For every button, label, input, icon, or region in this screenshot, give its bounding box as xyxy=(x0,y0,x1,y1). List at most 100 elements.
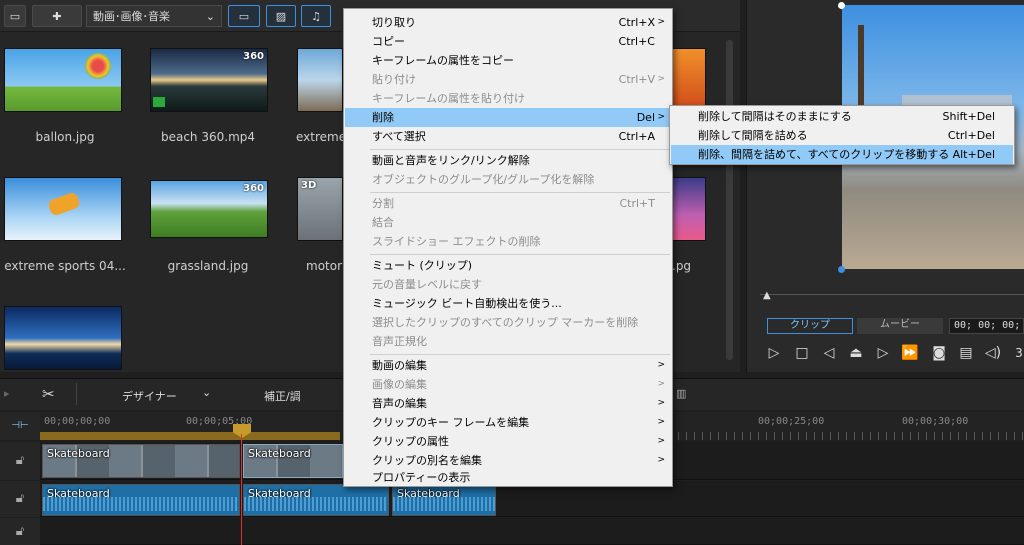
menu-item-delete[interactable]: 削除 Del > xyxy=(345,108,671,127)
thumbnail-partial[interactable] xyxy=(672,177,706,241)
scissors-icon[interactable]: ✂ xyxy=(42,385,55,403)
media-label: ballon.jpg xyxy=(35,130,95,144)
menu-item-clip-attributes[interactable]: クリップの属性 > xyxy=(345,432,671,451)
designer-button[interactable]: デザイナー xyxy=(122,388,177,404)
audio-waveform xyxy=(244,497,388,511)
menu-item-copy-keyframe[interactable]: キーフレームの属性をコピー xyxy=(345,51,671,70)
fit-timeline-icon[interactable]: ⊣⊢ xyxy=(0,412,40,440)
video-clip[interactable]: Skateboard xyxy=(42,444,240,478)
media-filter-dropdown[interactable]: 動画･画像･音楽 ⌄ xyxy=(86,5,222,27)
resize-handle[interactable] xyxy=(838,266,845,273)
preview-seek-bar[interactable] xyxy=(760,294,1024,295)
clip-label: Skateboard xyxy=(47,447,110,460)
thumbnail-extreme-sports[interactable] xyxy=(4,177,122,241)
context-menu: 切り取り Ctrl+X > コピー Ctrl+C キーフレームの属性をコピー 貼り付け… xyxy=(343,8,673,487)
thumbnail-extreme[interactable] xyxy=(297,48,343,112)
menu-item-copy[interactable]: コピー Ctrl+C xyxy=(345,32,671,51)
fit-scale-label[interactable]: 3 xyxy=(1010,344,1024,362)
snapshot-camera-icon[interactable]: ◙ xyxy=(930,344,948,362)
menu-item-remove-slideshow-effect[interactable]: スライドショー エフェクトの削除 xyxy=(345,232,671,251)
audio-clip[interactable]: Skateboard xyxy=(42,484,240,516)
submenu-item-delete-keep-gap[interactable]: 削除して間隔はそのままにする Shift+Del xyxy=(671,107,1013,126)
menu-item-link-unlink[interactable]: 動画と音声をリンク/リンク解除 xyxy=(345,151,671,170)
plugin-icon[interactable]: ✚ xyxy=(32,5,82,27)
ruler-tick: 00;00;30;00 xyxy=(902,416,969,427)
thumbnail-grassland[interactable]: 360 xyxy=(150,180,268,238)
360-badge: 360 xyxy=(243,183,264,194)
menu-item-edit-image[interactable]: 画像の編集 > xyxy=(345,375,671,394)
menu-item-select-all[interactable]: すべて選択 Ctrl+A xyxy=(345,127,671,146)
menu-item-restore-volume[interactable]: 元の音量レベルに戻す xyxy=(345,275,671,294)
subtitle-icon[interactable]: ▤ xyxy=(957,344,975,362)
empty-track xyxy=(40,518,1024,545)
chevron-right-icon: > xyxy=(657,436,665,446)
submenu-item-delete-ripple-all[interactable]: 削除、間隔を詰めて、すべてのクリップを移動する Alt+Del xyxy=(671,145,1013,164)
resize-handle[interactable] xyxy=(838,2,845,9)
skydiver-image xyxy=(47,191,81,217)
correction-button[interactable]: 補正/調 xyxy=(264,388,301,404)
submenu-item-delete-close-gap[interactable]: 削除して間隔を詰める Ctrl+Del xyxy=(671,126,1013,145)
chevron-right-icon: > xyxy=(657,112,665,122)
lock-icon[interactable]: 🔓︎ xyxy=(0,442,40,480)
audio-clip[interactable]: Skateboard xyxy=(243,484,389,516)
palm-tree-image xyxy=(858,25,864,105)
menu-item-merge[interactable]: 結合 xyxy=(345,213,671,232)
media-label: extreme sports 04... xyxy=(4,259,126,273)
media-filter-label: 動画･画像･音楽 xyxy=(93,10,170,23)
delete-submenu: 削除して間隔はそのままにする Shift+Del 削除して間隔を詰める Ctrl+D… xyxy=(669,105,1015,165)
menu-item-edit-video[interactable]: 動画の編集 > xyxy=(345,356,671,375)
3d-badge: 3D xyxy=(301,180,317,191)
menu-item-cut[interactable]: 切り取り Ctrl+X > xyxy=(345,13,671,32)
menu-item-group[interactable]: オブジェクトのグループ化/グループ化を解除 xyxy=(345,170,671,189)
menu-item-remove-clip-markers[interactable]: 選択したクリップのすべてのクリップ マーカーを削除 xyxy=(345,313,671,332)
mark-in-icon[interactable]: ⏏ xyxy=(847,344,865,362)
menu-item-beat-detection[interactable]: ミュージック ビート自動検出を使う... xyxy=(345,294,671,313)
ruler-tick: 00;00;00;00 xyxy=(44,416,111,427)
volume-icon[interactable]: ◁) xyxy=(984,344,1002,362)
lock-icon[interactable]: 🔓︎ xyxy=(0,518,40,545)
audio-clip[interactable]: Skateboard xyxy=(392,484,496,516)
360-badge: 360 xyxy=(243,51,264,62)
thumbnail-beach-360[interactable]: 360 xyxy=(150,48,268,112)
media-label: beach 360.mp4 xyxy=(160,130,256,144)
prev-frame-icon[interactable]: ◁ xyxy=(820,344,838,362)
menu-item-mute-clip[interactable]: ミュート (クリップ) xyxy=(345,256,671,275)
folder-icon[interactable]: ▭ xyxy=(4,5,26,27)
tab-movie[interactable]: ムービー xyxy=(857,318,943,334)
menu-item-edit-alias[interactable]: クリップの別名を編集 > xyxy=(345,451,671,470)
menu-item-edit-audio[interactable]: 音声の編集 > xyxy=(345,394,671,413)
stop-icon[interactable]: □ xyxy=(793,344,811,362)
music-filter-icon[interactable]: ♫ xyxy=(301,5,331,27)
menu-item-split[interactable]: 分割 Ctrl+T xyxy=(345,194,671,213)
menu-item-edit-keyframes[interactable]: クリップのキー フレームを編集 > xyxy=(345,413,671,432)
chevron-right-icon: > xyxy=(657,455,665,465)
thumbnail-ballon[interactable] xyxy=(4,48,122,112)
menu-separator xyxy=(370,354,670,355)
lock-icon[interactable]: 🔓︎ xyxy=(0,481,40,517)
work-area-range[interactable] xyxy=(40,432,340,440)
thumbnail-motor[interactable]: 3D xyxy=(297,177,343,241)
chevron-right-icon: > xyxy=(657,17,665,27)
ruler-tick: 00;00;25;00 xyxy=(758,416,825,427)
thumbnail-sunset-sea[interactable] xyxy=(4,306,122,370)
menu-item-paste-keyframe[interactable]: キーフレームの属性を貼り付け xyxy=(345,89,671,108)
chevron-right-icon: > xyxy=(657,398,665,408)
next-frame-icon[interactable]: ▷ xyxy=(874,344,892,362)
audio-waveform xyxy=(393,497,495,511)
thumbnail-partial[interactable] xyxy=(672,48,706,112)
layout-icon[interactable]: ▥ xyxy=(676,387,686,400)
chevron-down-icon[interactable]: ⌄ xyxy=(202,386,211,399)
menu-item-paste[interactable]: 貼り付け Ctrl+V > xyxy=(345,70,671,89)
tab-clip[interactable]: クリップ xyxy=(767,318,853,334)
play-icon[interactable]: ▷ xyxy=(765,344,783,362)
menu-item-normalize-audio[interactable]: 音声正規化 xyxy=(345,332,671,351)
library-scrollbar[interactable] xyxy=(726,40,733,360)
menu-item-properties[interactable]: プロパティーの表示 xyxy=(345,470,671,486)
video-filter-icon[interactable]: ▭ xyxy=(228,5,260,27)
clip-label: Skateboard xyxy=(248,447,311,460)
seek-handle-icon[interactable]: ▲ xyxy=(763,290,771,301)
video-clip[interactable]: Skateboard xyxy=(243,444,343,478)
fast-forward-icon[interactable]: ⏩ xyxy=(901,344,919,362)
image-filter-icon[interactable]: ▨ xyxy=(266,5,296,27)
video-clip-icon xyxy=(153,97,165,107)
